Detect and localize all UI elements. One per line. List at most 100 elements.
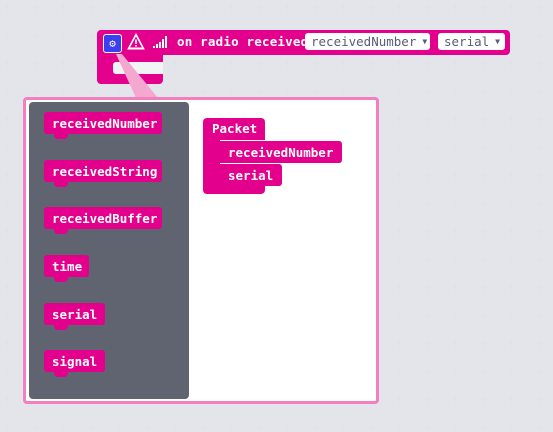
grid-mark <box>480 144 487 151</box>
flyout-block-receivedbuffer[interactable]: receivedBuffer <box>44 207 162 234</box>
grid-mark <box>88 88 95 95</box>
grid-mark <box>200 4 207 11</box>
grid-mark <box>340 60 347 67</box>
grid-mark <box>452 312 459 319</box>
grid-mark <box>396 424 403 431</box>
grid-mark <box>312 60 319 67</box>
grid-mark <box>508 4 515 11</box>
grid-mark <box>536 424 543 431</box>
grid-mark <box>368 60 375 67</box>
grid-mark <box>396 396 403 403</box>
grid-mark <box>452 256 459 263</box>
grid-mark <box>32 60 39 67</box>
grid-mark <box>480 312 487 319</box>
grid-mark <box>396 144 403 151</box>
flyout-block-signal[interactable]: signal <box>44 350 105 377</box>
grid-mark <box>4 172 11 179</box>
packet-field-dropdown[interactable]: serial ▼ <box>438 33 505 50</box>
flyout-block-serial[interactable]: serial <box>44 303 105 330</box>
grid-mark <box>340 88 347 95</box>
grid-mark <box>480 256 487 263</box>
grid-mark <box>536 396 543 403</box>
grid-mark <box>88 32 95 39</box>
grid-mark <box>452 60 459 67</box>
grid-mark <box>4 368 11 375</box>
grid-mark <box>424 88 431 95</box>
grid-mark <box>424 116 431 123</box>
grid-mark <box>4 60 11 67</box>
grid-mark <box>480 4 487 11</box>
grid-mark <box>536 256 543 263</box>
flyout-block-time[interactable]: time <box>44 255 89 282</box>
grid-mark <box>144 4 151 11</box>
grid-mark <box>424 228 431 235</box>
grid-mark <box>228 424 235 431</box>
chevron-down-icon: ▼ <box>422 37 428 46</box>
grid-mark <box>424 60 431 67</box>
grid-mark <box>480 396 487 403</box>
grid-mark <box>312 424 319 431</box>
packet-item-receivednumber[interactable]: receivedNumber <box>220 141 342 163</box>
grid-mark <box>424 312 431 319</box>
grid-mark <box>256 88 263 95</box>
grid-mark <box>396 60 403 67</box>
grid-mark <box>368 4 375 11</box>
grid-mark <box>396 116 403 123</box>
grid-mark <box>480 340 487 347</box>
grid-mark <box>200 88 207 95</box>
grid-mark <box>424 424 431 431</box>
grid-mark <box>88 4 95 11</box>
grid-mark <box>452 396 459 403</box>
grid-mark <box>508 116 515 123</box>
grid-mark <box>4 4 11 11</box>
grid-mark <box>480 284 487 291</box>
grid-mark <box>4 200 11 207</box>
grid-mark <box>32 88 39 95</box>
grid-mark <box>424 256 431 263</box>
grid-mark <box>4 424 11 431</box>
grid-mark <box>368 424 375 431</box>
grid-mark <box>4 340 11 347</box>
grid-mark <box>508 424 515 431</box>
grid-mark <box>60 32 67 39</box>
grid-mark <box>4 228 11 235</box>
grid-mark <box>424 144 431 151</box>
packet-item-serial[interactable]: serial <box>220 164 282 186</box>
grid-mark <box>480 88 487 95</box>
grid-mark <box>4 144 11 151</box>
grid-mark <box>424 396 431 403</box>
flyout-block-receivedstring[interactable]: receivedString <box>44 160 162 187</box>
grid-mark <box>284 424 291 431</box>
grid-mark <box>508 312 515 319</box>
grid-mark <box>536 368 543 375</box>
grid-mark <box>536 32 543 39</box>
grid-mark <box>536 116 543 123</box>
grid-mark <box>284 4 291 11</box>
grid-mark <box>228 4 235 11</box>
grid-mark <box>284 88 291 95</box>
grid-mark <box>452 368 459 375</box>
received-value-dropdown[interactable]: receivedNumber ▼ <box>305 33 430 50</box>
grid-mark <box>228 88 235 95</box>
grid-mark <box>424 4 431 11</box>
grid-mark <box>256 4 263 11</box>
warning-icon[interactable] <box>127 33 145 51</box>
grid-mark <box>480 424 487 431</box>
grid-mark <box>4 32 11 39</box>
grid-mark <box>536 340 543 347</box>
event-label: on radio received <box>177 34 309 49</box>
grid-mark <box>396 284 403 291</box>
grid-mark <box>396 88 403 95</box>
grid-mark <box>508 144 515 151</box>
received-value-dropdown-text: receivedNumber <box>311 34 417 49</box>
gear-icon[interactable]: ⚙ <box>103 34 122 53</box>
packet-title: Packet <box>212 121 258 136</box>
grid-mark <box>340 424 347 431</box>
grid-mark <box>452 228 459 235</box>
grid-mark <box>396 368 403 375</box>
grid-mark <box>536 88 543 95</box>
mutator-callout-arrow <box>116 54 158 98</box>
grid-mark <box>88 60 95 67</box>
flyout-block-receivednumber[interactable]: receivedNumber <box>44 112 162 139</box>
grid-mark <box>536 200 543 207</box>
